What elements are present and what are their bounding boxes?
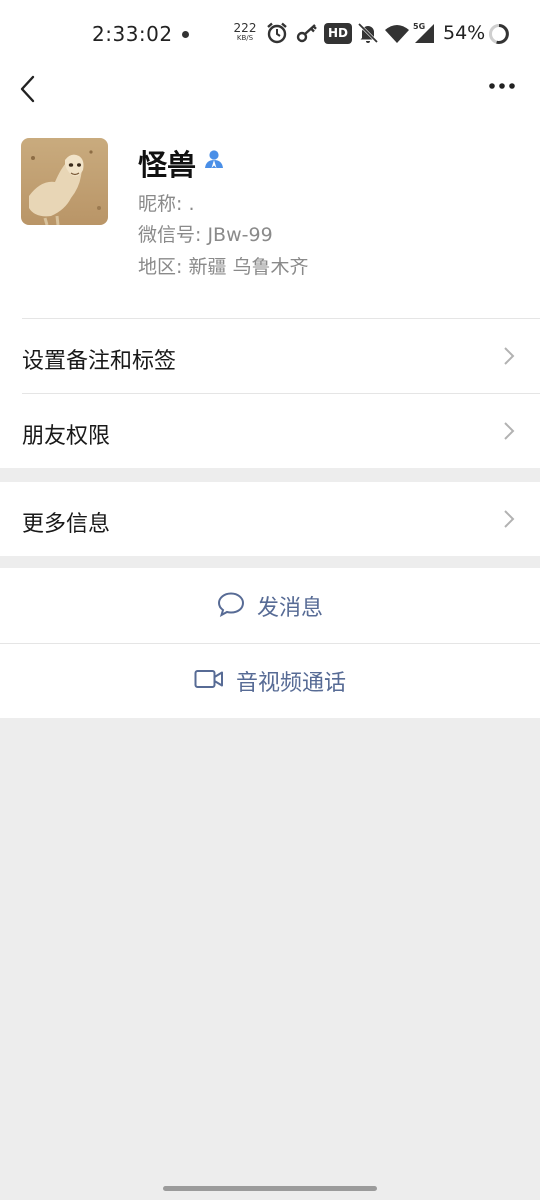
video-camera-icon — [194, 668, 224, 694]
key-icon — [296, 22, 318, 48]
send-message-label: 发消息 — [256, 595, 323, 621]
avatar[interactable] — [21, 138, 108, 225]
chat-bubble-icon — [217, 591, 245, 621]
hd-badge: HD — [324, 23, 352, 44]
network-speed-unit: KB/S — [236, 34, 254, 42]
home-indicator[interactable] — [163, 1186, 377, 1191]
chevron-right-icon — [502, 508, 516, 534]
remark-tags-row[interactable]: 设置备注和标签 — [0, 319, 540, 394]
wechat-id-text: 微信号: JBw-99 — [138, 224, 273, 246]
profile-section: 怪兽 昵称: . 微信号: JBw-99 地区: 新疆 乌鲁木齐 设置备注和标签… — [0, 68, 540, 468]
ellipsis-icon — [489, 83, 515, 89]
network-speed: 222 KB/S — [232, 22, 258, 42]
remark-tags-label: 设置备注和标签 — [22, 349, 177, 374]
alarm-icon — [266, 22, 288, 48]
wifi-icon — [385, 24, 409, 48]
network-speed-value: 222 — [233, 21, 257, 35]
back-arrow-icon — [20, 75, 35, 103]
status-time: 2:33:02 — [92, 22, 173, 46]
back-button[interactable] — [12, 72, 46, 106]
chevron-right-icon — [502, 420, 516, 446]
actions-section: 发消息 音视频通话 — [0, 568, 540, 718]
bell-off-icon — [357, 22, 379, 48]
battery-percent: 54% — [443, 22, 486, 44]
more-info-row[interactable]: 更多信息 — [0, 482, 540, 557]
chevron-right-icon — [502, 345, 516, 371]
friend-permissions-label: 朋友权限 — [22, 424, 111, 449]
send-message-button[interactable]: 发消息 — [0, 568, 540, 643]
signal-type: 5G — [413, 22, 425, 31]
camel-photo — [21, 138, 108, 225]
profile-name: 怪兽 — [138, 148, 197, 182]
more-info-section: 更多信息 — [0, 482, 540, 556]
friend-permissions-row[interactable]: 朋友权限 — [0, 394, 540, 469]
notification-dot — [182, 31, 189, 38]
video-call-label: 音视频通话 — [235, 670, 346, 696]
contact-verified-icon — [203, 148, 225, 174]
nickname-text: 昵称: . — [138, 193, 195, 215]
battery-ring-icon — [488, 23, 510, 49]
video-call-button[interactable]: 音视频通话 — [0, 643, 540, 718]
signal-icon: 5G — [412, 20, 436, 48]
more-info-label: 更多信息 — [22, 512, 111, 537]
region-text: 地区: 新疆 乌鲁木齐 — [138, 256, 309, 278]
status-bar: 2:33:02 222 KB/S HD 5G 54% — [0, 0, 540, 68]
more-options-button[interactable] — [486, 76, 520, 96]
